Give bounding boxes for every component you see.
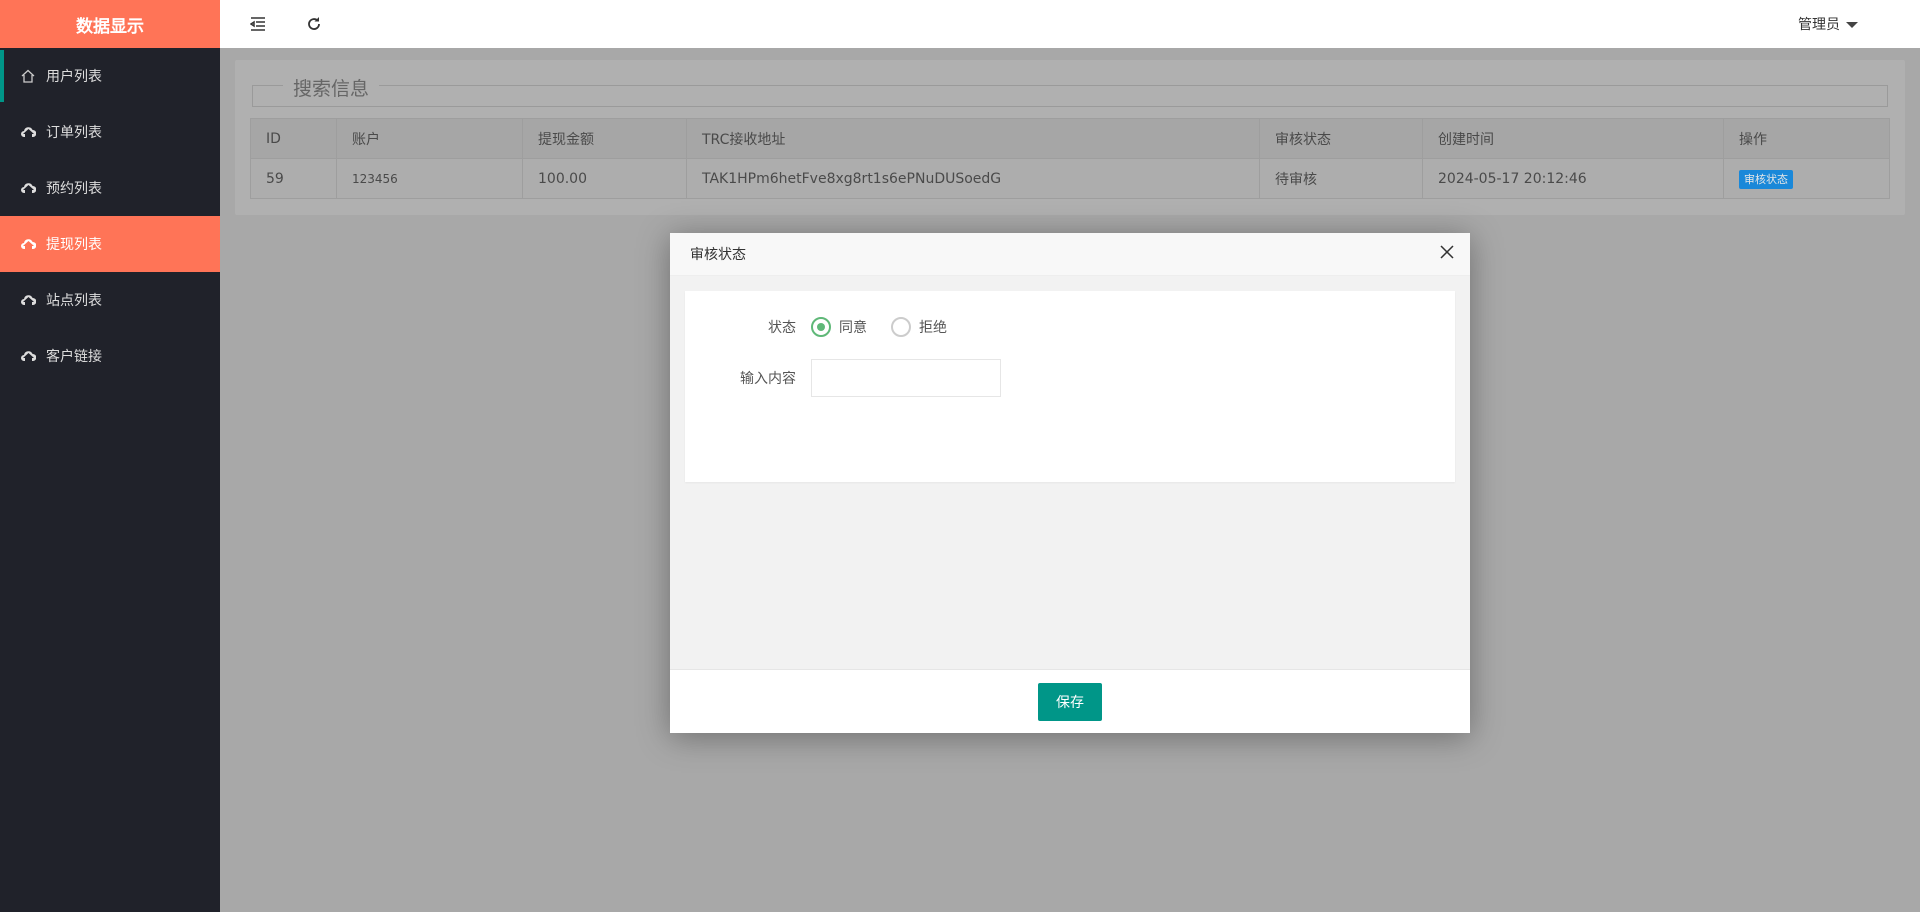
radio-unchecked-icon bbox=[891, 317, 911, 337]
sidebar-item-label: 提现列表 bbox=[46, 237, 102, 253]
column-header: 账户 bbox=[336, 118, 523, 159]
radio-checked-icon bbox=[811, 317, 831, 337]
radio-label: 同意 bbox=[839, 320, 867, 336]
column-header: 创建时间 bbox=[1422, 118, 1724, 159]
content-input[interactable] bbox=[811, 359, 1001, 397]
cell-address: TAK1HPm6hetFve8xg8rt1s6ePNuDUSoedG bbox=[686, 158, 1260, 199]
review-modal: 审核状态 状态 同意 拒绝 输入内容 保存 bbox=[670, 233, 1470, 733]
column-header: 提现金额 bbox=[522, 118, 687, 159]
column-header: 审核状态 bbox=[1259, 118, 1423, 159]
sidebar-item-reservations[interactable]: 预约列表 bbox=[0, 160, 220, 216]
sidebar-item-customer-links[interactable]: 客户链接 bbox=[0, 328, 220, 384]
save-button[interactable]: 保存 bbox=[1038, 683, 1102, 721]
topbar: 管理员 bbox=[220, 0, 1920, 48]
review-status-button[interactable]: 审核状态 bbox=[1739, 169, 1793, 189]
cell-amount: 100.00 bbox=[522, 158, 687, 199]
refresh-button[interactable] bbox=[298, 8, 330, 40]
cloud-upload-icon bbox=[20, 294, 36, 306]
modal-form: 状态 同意 拒绝 输入内容 bbox=[685, 291, 1455, 482]
radio-reject[interactable]: 拒绝 bbox=[891, 317, 947, 337]
table-row: 59 123456 100.00 TAK1HPm6hetFve8xg8rt1s6… bbox=[250, 158, 1890, 199]
user-menu[interactable]: 管理员 bbox=[1798, 14, 1858, 34]
home-icon bbox=[20, 69, 36, 83]
modal-title: 审核状态 bbox=[690, 247, 746, 263]
cell-created: 2024-05-17 20:12:46 bbox=[1422, 158, 1724, 199]
modal-header: 审核状态 bbox=[670, 233, 1470, 276]
refresh-icon bbox=[308, 17, 320, 30]
logo: 数据显示 bbox=[0, 0, 220, 48]
radio-agree[interactable]: 同意 bbox=[811, 317, 867, 337]
sidebar-item-label: 客户链接 bbox=[46, 349, 102, 365]
cloud-upload-icon bbox=[20, 126, 36, 138]
radio-label: 拒绝 bbox=[919, 320, 947, 336]
status-label: 状态 bbox=[768, 320, 796, 336]
sidebar-item-label: 站点列表 bbox=[46, 293, 102, 309]
column-header: ID bbox=[250, 118, 337, 159]
cell-action: 审核状态 bbox=[1723, 158, 1890, 199]
sidebar: 数据显示 用户列表 订单列表 预约列表 提现列表 站点列表 客户链接 bbox=[0, 0, 220, 912]
search-legend: 搜索信息 bbox=[283, 74, 380, 101]
table-header: ID 账户 提现金额 TRC接收地址 审核状态 创建时间 操作 bbox=[250, 118, 1890, 159]
withdrawal-table: ID 账户 提现金额 TRC接收地址 审核状态 创建时间 操作 59 12345… bbox=[250, 118, 1890, 199]
sidebar-item-label: 用户列表 bbox=[46, 69, 102, 85]
column-header: 操作 bbox=[1723, 118, 1890, 159]
search-fieldset: 搜索信息 bbox=[252, 74, 1888, 107]
close-icon bbox=[1440, 245, 1454, 259]
sidebar-item-users[interactable]: 用户列表 bbox=[0, 48, 220, 104]
collapse-menu-button[interactable] bbox=[242, 8, 274, 40]
cloud-upload-icon bbox=[20, 350, 36, 362]
cloud-upload-icon bbox=[20, 182, 36, 194]
sidebar-item-sites[interactable]: 站点列表 bbox=[0, 272, 220, 328]
close-button[interactable] bbox=[1440, 245, 1454, 263]
column-header: TRC接收地址 bbox=[686, 118, 1260, 159]
sidebar-item-label: 预约列表 bbox=[46, 181, 102, 197]
sidebar-item-orders[interactable]: 订单列表 bbox=[0, 104, 220, 160]
search-panel: 搜索信息 ID 账户 提现金额 TRC接收地址 审核状态 创建时间 操作 59 … bbox=[235, 60, 1905, 215]
cloud-upload-icon bbox=[20, 238, 36, 250]
cell-id: 59 bbox=[250, 158, 337, 199]
sidebar-item-withdrawals[interactable]: 提现列表 bbox=[0, 216, 220, 272]
cell-status: 待审核 bbox=[1259, 158, 1423, 199]
modal-footer: 保存 bbox=[670, 669, 1470, 733]
cell-account: 123456 bbox=[336, 158, 523, 199]
content-label: 输入内容 bbox=[740, 371, 796, 387]
indent-icon bbox=[250, 17, 265, 31]
sidebar-item-label: 订单列表 bbox=[46, 125, 102, 141]
